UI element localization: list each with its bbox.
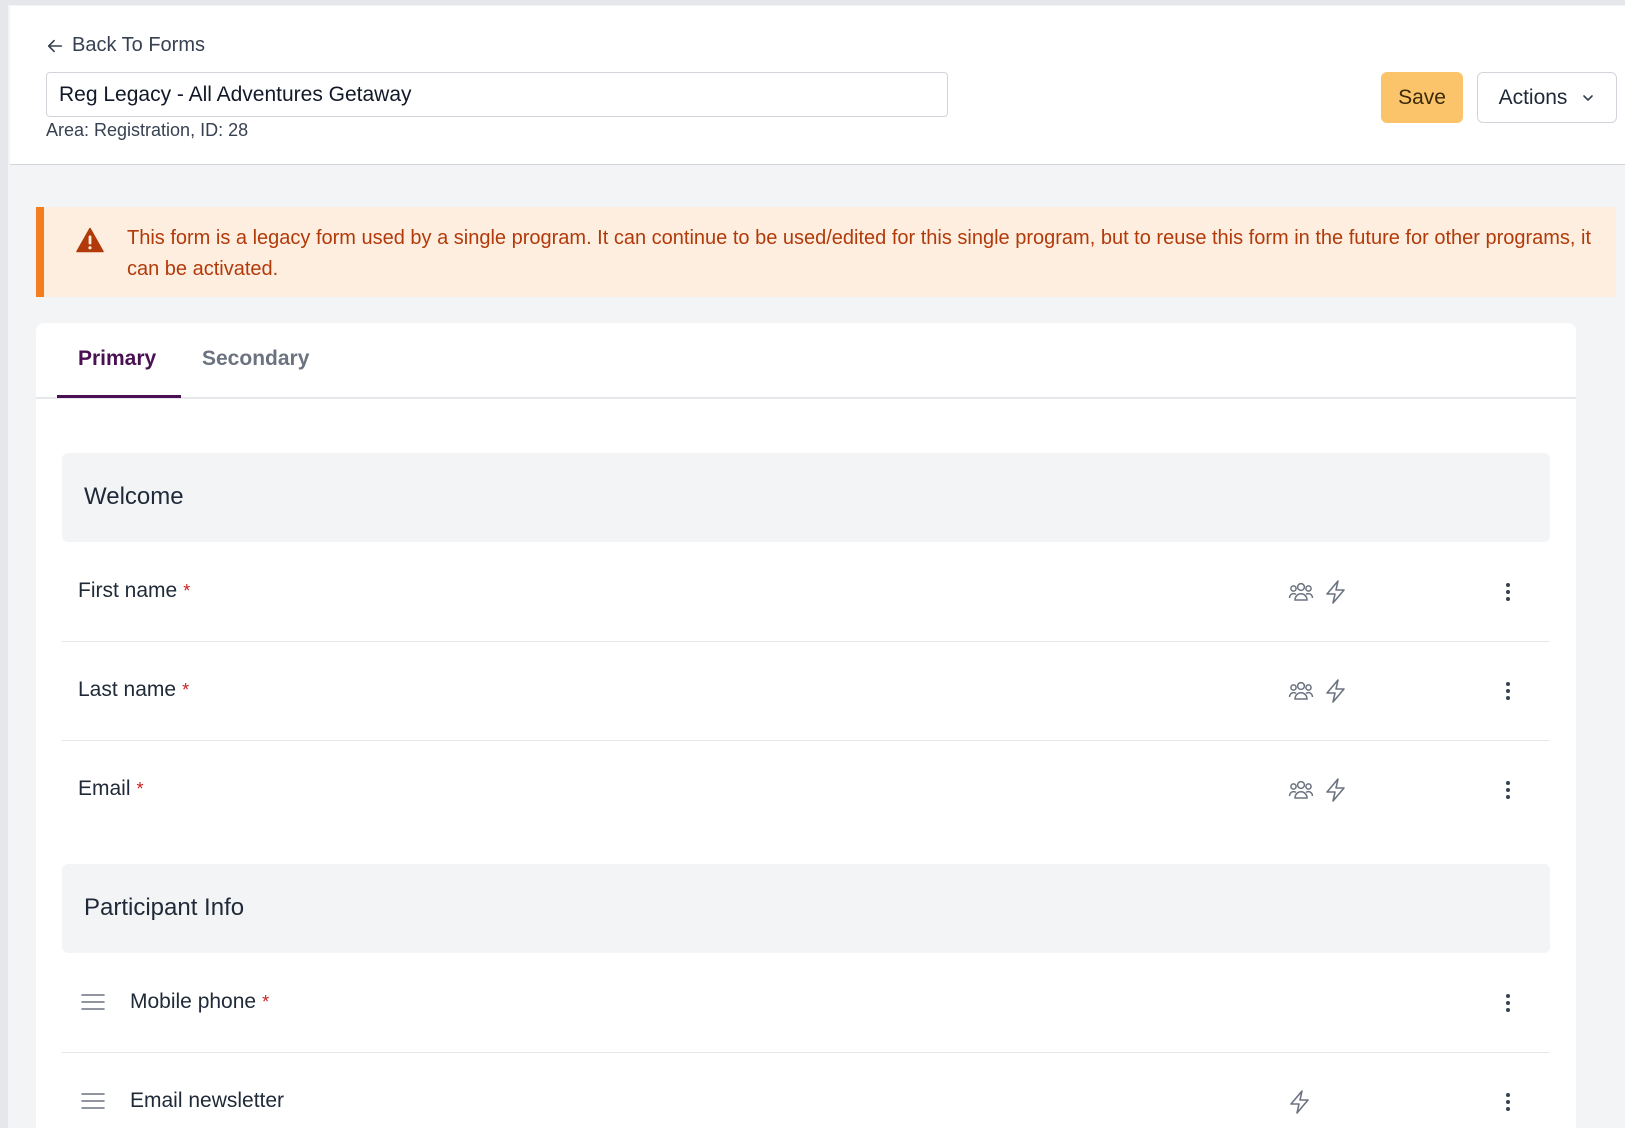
required-marker: * — [183, 581, 191, 601]
field-row-first-name[interactable]: First name * — [62, 543, 1550, 642]
section-header-welcome[interactable]: Welcome — [62, 453, 1550, 542]
lightning-icon — [1326, 778, 1345, 802]
more-options-icon[interactable] — [1498, 678, 1518, 704]
field-row-email-newsletter[interactable]: Email newsletter — [62, 1053, 1550, 1128]
actions-label: Actions — [1498, 85, 1568, 109]
field-row-last-name[interactable]: Last name * — [62, 642, 1550, 741]
field-label: Mobile phone * — [130, 990, 269, 1014]
field-label-text: Mobile phone — [130, 990, 257, 1013]
section-header-participant-info[interactable]: Participant Info — [62, 864, 1550, 953]
required-marker: * — [136, 779, 144, 799]
back-link-label: Back To Forms — [72, 34, 205, 56]
drag-handle-icon[interactable] — [80, 1090, 106, 1112]
required-marker: * — [182, 680, 190, 700]
legacy-warning-alert: This form is a legacy form used by a sin… — [36, 207, 1616, 297]
field-row-mobile-phone[interactable]: Mobile phone * — [62, 954, 1550, 1053]
more-options-icon[interactable] — [1498, 579, 1518, 605]
section-title: Participant Info — [84, 894, 245, 921]
more-options-icon[interactable] — [1498, 777, 1518, 803]
field-row-email[interactable]: Email * — [62, 741, 1550, 840]
tab-secondary[interactable]: Secondary — [202, 347, 309, 371]
form-title-input[interactable] — [46, 72, 948, 117]
drag-handle-icon[interactable] — [80, 991, 106, 1013]
field-label-text: Email newsletter — [130, 1089, 285, 1112]
save-button[interactable]: Save — [1381, 72, 1463, 123]
field-label: Last name * — [78, 678, 189, 702]
top-strip — [0, 0, 1625, 5]
field-label: Email newsletter — [130, 1089, 284, 1113]
group-icon — [1288, 780, 1314, 799]
chevron-down-icon — [1583, 94, 1594, 101]
field-label: First name * — [78, 579, 190, 603]
required-marker: * — [262, 992, 270, 1012]
group-icon — [1288, 582, 1314, 601]
lightning-icon — [1326, 679, 1345, 703]
back-to-forms-link[interactable]: Back To Forms — [46, 34, 205, 57]
more-options-icon[interactable] — [1498, 1089, 1518, 1115]
warning-icon — [76, 227, 104, 253]
arrow-left-icon — [47, 39, 63, 52]
tab-bar: Primary Secondary — [36, 323, 1576, 399]
tab-primary[interactable]: Primary — [78, 347, 156, 371]
form-builder-card: Primary Secondary Welcome First name * L… — [36, 323, 1576, 1128]
lightning-icon — [1290, 1090, 1309, 1114]
group-icon — [1288, 681, 1314, 700]
active-tab-indicator — [57, 395, 181, 398]
section-title: Welcome — [84, 483, 184, 510]
field-label-text: First name — [78, 579, 178, 602]
form-header: Back To Forms Area: Registration, ID: 28… — [10, 6, 1625, 165]
field-label-text: Last name — [78, 678, 177, 701]
form-editor-page: Back To Forms Area: Registration, ID: 28… — [0, 0, 1625, 1128]
alert-message: This form is a legacy form used by a sin… — [127, 227, 1592, 280]
lightning-icon — [1326, 580, 1345, 604]
actions-dropdown-button[interactable]: Actions — [1477, 72, 1617, 123]
left-rail — [0, 0, 8, 1128]
form-meta: Area: Registration, ID: 28 — [46, 120, 249, 140]
field-label: Email * — [78, 777, 144, 801]
more-options-icon[interactable] — [1498, 990, 1518, 1016]
field-label-text: Email — [78, 777, 131, 800]
